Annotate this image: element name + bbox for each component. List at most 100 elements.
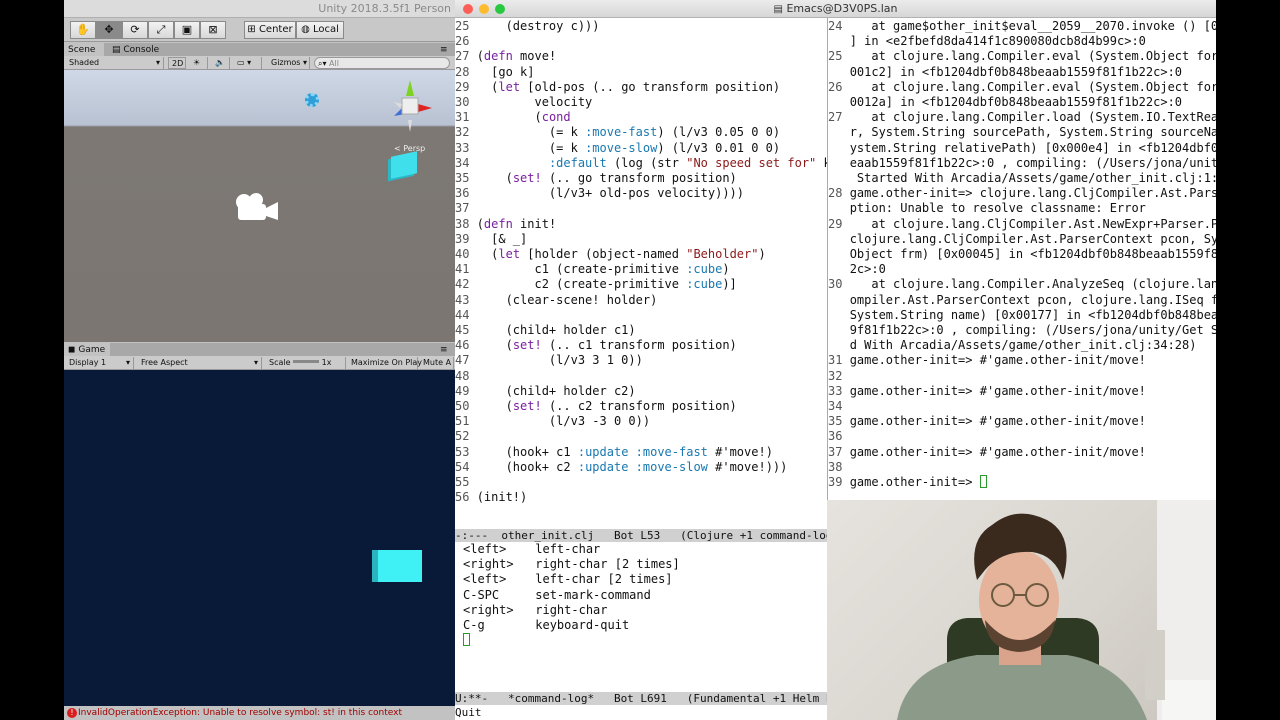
tab-game[interactable]: ◼ Game [64,343,110,357]
line-number: 43 [455,292,477,307]
right_code-line: 27 at clojure.lang.Compiler.load (System… [828,110,1216,125]
search-icon: ⌕▾ [318,59,327,68]
scale-slider[interactable] [293,360,320,363]
line-number [828,338,850,352]
game-icon: ◼ [68,345,76,355]
game-cube-object [378,550,422,582]
line-text: game.other-init=> #'game.other-init/move… [849,444,1146,459]
scale-tool-icon[interactable]: ⤢ [148,21,174,39]
minimize-icon[interactable] [479,4,489,14]
aspect-chevron-icon: ▾ [253,358,258,367]
scale-label: Scale [269,358,291,367]
lighting-icon[interactable]: ☀ [190,57,208,69]
command-key: C-SPC [463,587,536,602]
line-text: [& _] [476,231,528,246]
line-number: 34 [828,399,850,414]
cube-object[interactable] [391,151,417,179]
line-text: d With Arcadia/Assets/game/other_init.cl… [849,338,1197,353]
left_code-line: 36 (l/v3+ old-pos velocity)))) [455,186,827,201]
code-buffer[interactable]: 25 (destroy c))) 26 27 (defn move! 28 [go … [455,18,827,530]
line-text: 2c>:0 [849,262,886,277]
hand-tool-icon[interactable]: ✋ [70,21,96,39]
scene-search-input[interactable]: ⌕▾ All [314,57,450,69]
command-key: <right> [463,557,536,572]
line-number [828,125,850,139]
rotate-tool-icon[interactable]: ⟳ [122,21,148,39]
left_code-line: 30 velocity [455,95,827,110]
command-log-cursor-line [463,633,827,648]
right_code-line: eaab1559f81f1b22c>:0 , compiling: (/User… [828,156,1216,171]
game-view[interactable] [64,370,455,706]
line-number [828,293,850,307]
left_code-line: 32 (= k :move-fast) (l/v3 0.05 0 0) [455,125,827,140]
left_code-line: 52 [455,429,827,444]
unity-status-bar[interactable]: ! InvalidOperationException: Unable to r… [64,706,455,720]
game-panel-menu-icon[interactable]: ≡ [436,343,452,357]
panel-menu-icon[interactable]: ≡ [436,43,452,57]
aspect-value: Free Aspect [141,358,188,367]
scene-view[interactable]: < Persp [64,70,455,342]
line-number: 30 [455,95,477,110]
scene-orientation-gizmo[interactable] [384,76,436,138]
right_code-line: 001c2] in <fb1204dbf0b848beaab1559f81f1b… [828,65,1216,80]
line-number: 41 [455,262,477,277]
light-gizmo-icon[interactable] [305,93,319,107]
aspect-select[interactable]: Free Aspect ▾ [138,357,262,369]
line-text: (clear-scene! holder) [476,292,658,307]
camera-gizmo-icon[interactable] [232,190,282,224]
game-tab-label: Game [78,345,106,355]
line-number [828,232,850,246]
line-number [828,171,850,185]
line-number: 50 [455,399,477,414]
line-number: 39 [828,475,850,490]
maximize-on-play-toggle[interactable]: Maximize On Play [348,357,422,369]
line-number: 37 [455,201,477,216]
line-number: 26 [455,34,477,49]
command-log-buffer[interactable]: <left> left-char <right> right-char [2 ti… [455,542,827,692]
mode-2d-toggle[interactable]: 2D [168,57,186,69]
line-number: 35 [455,171,477,186]
command-log-entry: <right> right-char [463,603,827,618]
display-chevron-icon: ▾ [125,358,130,367]
line-number: 55 [455,475,477,490]
effects-icon[interactable]: ▭ ▾ [234,57,262,69]
close-icon[interactable] [463,4,473,14]
line-text: (let [holder (object-named "Beholder") [476,247,766,262]
pivot-center-button[interactable]: ⊞ Center [244,21,296,39]
left_code-line: 49 (child+ holder c2) [455,384,827,399]
scale-control[interactable]: Scale 1x [266,357,346,369]
line-text: (l/v3+ old-pos velocity)))) [476,186,744,201]
shading-mode-select[interactable]: Shaded ▾ [66,57,164,69]
right_code-line: 31 game.other-init=> #'game.other-init/m… [828,353,1216,368]
repl-buffer[interactable]: 24 at game$other_init$eval__2059__2070.i… [827,18,1216,500]
line-text: :default (log (str "No speed set for" k)… [548,155,827,170]
line-text: (cond [476,110,571,125]
line-number [828,156,850,170]
audio-icon[interactable]: 🔈 [212,57,230,69]
line-number [828,141,850,155]
transform-tool-icon[interactable]: ⊠ [200,21,226,39]
move-tool-icon[interactable]: ✥ [96,21,122,39]
gizmos-dropdown[interactable]: Gizmos ▾ [268,57,310,69]
tab-console[interactable]: ▤ Console [108,43,163,57]
right_code-line: 25 at clojure.lang.Compiler.eval (System… [828,49,1216,64]
line-text: velocity [476,95,593,110]
tab-scene[interactable]: Scene [64,43,104,57]
line-number: 48 [455,368,477,383]
line-text: ] in <e2fbefd8da414f1c890080dcb8d4b99c>:… [849,34,1146,49]
line-text: [go k] [476,64,535,79]
pivot-local-button[interactable]: ◍ Local [296,21,344,39]
command-key: <right> [463,602,536,617]
mute-audio-toggle[interactable]: Mute A [420,357,454,369]
modeline-command-log: U:**- *command-log* Bot L691 (Fundamenta… [455,692,827,705]
left_code-line: 31 (cond [455,110,827,125]
command-key: <left> [463,572,536,587]
left_code-line: 25 (destroy c))) [455,19,827,34]
display-select[interactable]: Display 1 ▾ [66,357,134,369]
rect-tool-icon[interactable]: ▣ [174,21,200,39]
right_code-line: d With Arcadia/Assets/game/other_init.cl… [828,338,1216,353]
gizmos-label: Gizmos [271,58,301,67]
line-number: 49 [455,383,477,398]
line-number: 32 [455,125,477,140]
zoom-icon[interactable] [495,4,505,14]
